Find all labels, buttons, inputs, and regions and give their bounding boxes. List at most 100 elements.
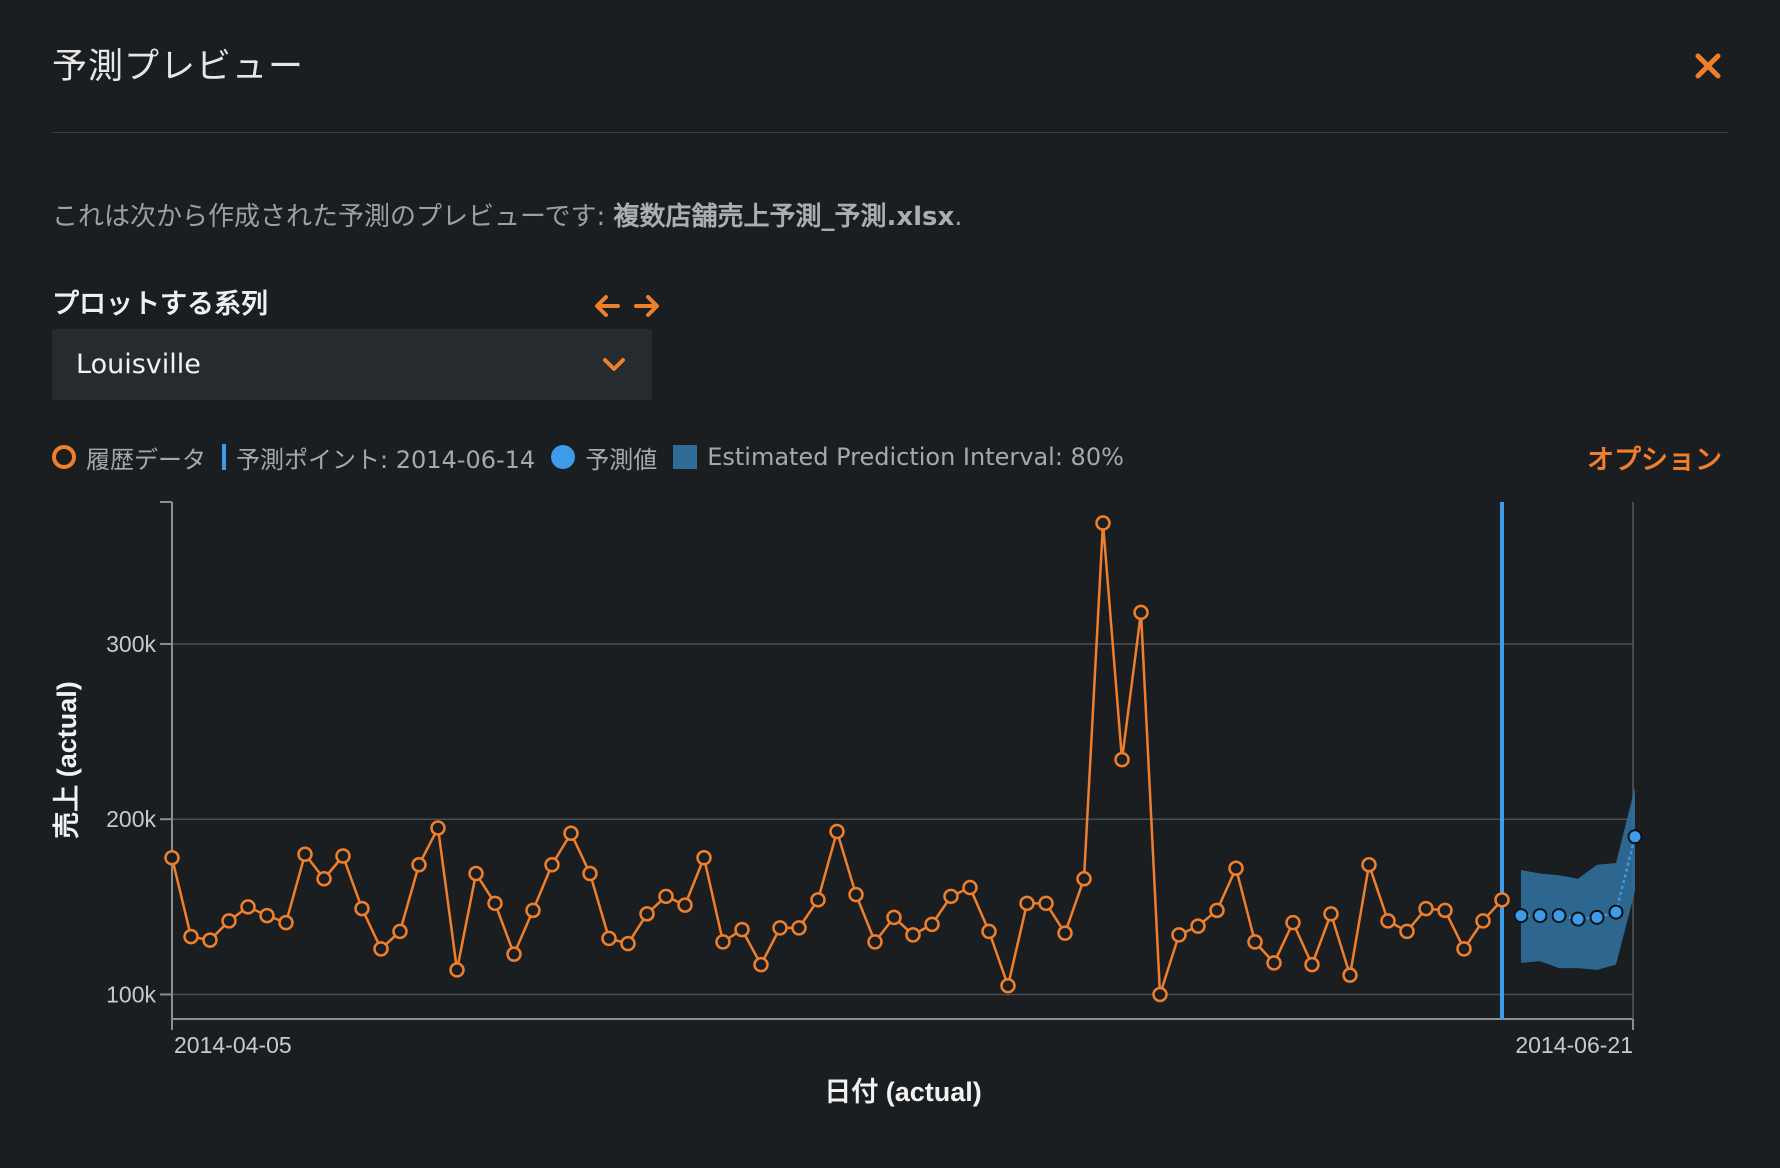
historical-point[interactable] xyxy=(1323,906,1339,922)
preview-description: これは次から作成された予測のプレビューです: 複数店舗売上予測_予測.xlsx. xyxy=(52,196,963,233)
options-link[interactable]: オプション xyxy=(1587,438,1722,477)
historical-point[interactable] xyxy=(1361,857,1377,873)
arrow-right-icon[interactable] xyxy=(630,290,662,322)
historical-point[interactable] xyxy=(791,920,807,936)
description-suffix: . xyxy=(954,202,963,232)
historical-point[interactable] xyxy=(1095,515,1111,531)
chart-legend: 履歴データ 予測ポイント: 2014-06-14 予測値 Estimated P… xyxy=(52,440,1140,474)
historical-point[interactable] xyxy=(658,888,674,905)
historical-point[interactable] xyxy=(639,906,655,922)
predicted-point[interactable] xyxy=(1570,911,1586,927)
historical-point[interactable] xyxy=(1000,977,1016,994)
series-selector-label: プロットする系列 xyxy=(52,289,268,320)
predicted-marker-icon xyxy=(551,445,576,469)
historical-point[interactable] xyxy=(810,892,826,908)
historical-point[interactable] xyxy=(1076,871,1092,887)
historical-point[interactable] xyxy=(582,865,598,882)
predicted-point[interactable] xyxy=(1589,909,1605,925)
historical-point[interactable] xyxy=(183,928,199,945)
y-ticks: 100k 200k 300k xyxy=(106,631,172,1007)
predicted-point[interactable] xyxy=(1532,908,1548,924)
historical-point[interactable] xyxy=(1152,986,1168,1003)
historical-point[interactable] xyxy=(449,962,465,978)
historical-point[interactable] xyxy=(1057,925,1073,941)
dialog-title: 予測プレビュー xyxy=(52,47,305,87)
historical-point[interactable] xyxy=(696,850,712,866)
historical-point[interactable] xyxy=(943,888,959,905)
historical-point[interactable] xyxy=(525,902,541,919)
historical-point[interactable] xyxy=(753,956,769,973)
historical-point[interactable] xyxy=(1456,941,1472,957)
historical-point[interactable] xyxy=(1038,895,1054,912)
historical-point[interactable] xyxy=(1399,923,1415,940)
historical-point[interactable] xyxy=(354,900,370,917)
historical-point[interactable] xyxy=(962,879,978,896)
historical-point[interactable] xyxy=(487,895,503,912)
y-tick-label: 300k xyxy=(106,631,156,657)
historical-point[interactable] xyxy=(297,846,313,863)
historical-point[interactable] xyxy=(1171,927,1187,943)
legend-predicted: 予測値 xyxy=(551,440,657,475)
historical-series xyxy=(164,515,1510,1003)
historical-point[interactable] xyxy=(259,907,275,924)
historical-point[interactable] xyxy=(1494,892,1510,908)
historical-point[interactable] xyxy=(677,897,693,913)
historical-point[interactable] xyxy=(240,899,256,915)
historical-point[interactable] xyxy=(430,820,446,836)
historical-point[interactable] xyxy=(1266,955,1282,971)
historical-point[interactable] xyxy=(544,857,560,873)
historical-point[interactable] xyxy=(506,946,522,962)
historical-point[interactable] xyxy=(886,909,902,926)
historical-point[interactable] xyxy=(221,913,237,929)
interval-swatch-icon xyxy=(673,445,698,469)
historical-point[interactable] xyxy=(829,823,845,840)
historical-point[interactable] xyxy=(1304,956,1320,973)
historical-point[interactable] xyxy=(1247,934,1263,950)
predicted-point[interactable] xyxy=(1627,829,1643,845)
predicted-point[interactable] xyxy=(1513,908,1529,924)
series-select[interactable]: Louisville xyxy=(52,329,652,400)
historical-point[interactable] xyxy=(164,850,180,866)
historical-point[interactable] xyxy=(981,923,997,940)
historical-point[interactable] xyxy=(373,941,389,957)
historical-point[interactable] xyxy=(1475,913,1491,929)
series-nav xyxy=(592,290,662,322)
historical-point[interactable] xyxy=(1133,604,1149,621)
historical-point[interactable] xyxy=(1342,967,1358,983)
historical-point[interactable] xyxy=(1228,860,1244,877)
legend-forecast-point-label: 予測ポイント: 2014-06-14 xyxy=(236,445,536,474)
close-icon[interactable] xyxy=(1688,46,1728,86)
legend-forecast-point: 予測ポイント: 2014-06-14 xyxy=(222,440,535,475)
historical-point[interactable] xyxy=(848,886,864,903)
historical-point[interactable] xyxy=(1209,902,1225,919)
historical-point[interactable] xyxy=(468,865,484,882)
historical-point[interactable] xyxy=(563,825,579,841)
historical-point[interactable] xyxy=(411,857,427,873)
historical-point[interactable] xyxy=(1019,895,1035,912)
historical-point[interactable] xyxy=(392,923,408,940)
historical-point[interactable] xyxy=(1285,914,1301,931)
header-divider xyxy=(52,132,1728,133)
x-tick-end: 2014-06-21 xyxy=(1515,1032,1633,1058)
historical-point[interactable] xyxy=(734,921,750,938)
historical-point[interactable] xyxy=(1437,902,1453,919)
forecast-preview-dialog: 予測プレビュー これは次から作成された予測のプレビューです: 複数店舗売上予測_… xyxy=(0,0,1780,1168)
predicted-point[interactable] xyxy=(1608,904,1624,920)
historical-point[interactable] xyxy=(601,930,617,947)
historical-point[interactable] xyxy=(772,920,788,936)
historical-point[interactable] xyxy=(620,935,636,952)
historical-point[interactable] xyxy=(335,848,351,864)
arrow-left-icon[interactable] xyxy=(592,290,624,322)
historical-point[interactable] xyxy=(1418,900,1434,917)
historical-point[interactable] xyxy=(715,934,731,950)
historical-point[interactable] xyxy=(1190,918,1206,934)
historical-point[interactable] xyxy=(1114,751,1130,768)
historical-point[interactable] xyxy=(867,934,883,950)
predicted-point[interactable] xyxy=(1551,908,1567,924)
historical-point[interactable] xyxy=(278,914,294,931)
historical-point[interactable] xyxy=(202,932,218,948)
historical-point[interactable] xyxy=(316,871,332,887)
historical-point[interactable] xyxy=(1380,913,1396,929)
historical-point[interactable] xyxy=(924,916,940,933)
historical-point[interactable] xyxy=(905,927,921,943)
